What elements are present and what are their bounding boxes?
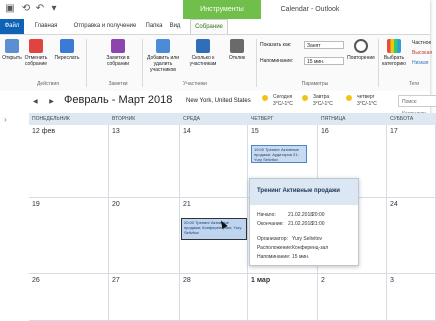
calendar-tools-context-tab: Инструменты календаря bbox=[183, 0, 261, 32]
tab-meeting[interactable]: Собрание bbox=[190, 19, 228, 34]
tab-send-receive[interactable]: Отправка и получение bbox=[70, 19, 140, 34]
day-cell[interactable]: 12 фев bbox=[29, 125, 109, 198]
cancel-meeting-button[interactable]: Отменить собрание bbox=[22, 39, 50, 67]
weekday-label: ПЯТНИЦА bbox=[321, 116, 346, 122]
title-bar: ▣ ⟲ ↶ ▾ Инструменты календаря Calendar -… bbox=[0, 0, 430, 32]
cancel-meeting-icon bbox=[29, 39, 43, 53]
forward-icon bbox=[60, 39, 74, 53]
peek-reminder-label: Напоминание: bbox=[257, 254, 291, 260]
contact-attendees-icon bbox=[196, 39, 210, 53]
calendar-search-input[interactable]: Поиск: Календарь bbox=[398, 95, 436, 117]
sun-icon bbox=[262, 95, 268, 101]
collapse-pane-icon[interactable]: › bbox=[4, 115, 7, 124]
weekday-label: ЧЕТВЕРГ bbox=[251, 116, 274, 122]
peek-location: Конференц-зал bbox=[292, 245, 329, 251]
peek-start-date: 21.02.2018 bbox=[288, 212, 314, 218]
prev-next-arrows-icon[interactable]: ◀ ▶ bbox=[33, 98, 59, 105]
response-icon bbox=[230, 39, 244, 53]
contact-attendees-button[interactable]: Сколько к участникам bbox=[186, 39, 220, 67]
weekday-label: СУББОТА bbox=[390, 116, 414, 122]
low-importance-tag[interactable]: Низкая bbox=[412, 59, 428, 68]
weekday-label: СРЕДА bbox=[183, 116, 201, 122]
group-tags-label: Теги bbox=[408, 81, 420, 87]
save-icon[interactable]: ⟲ bbox=[20, 3, 32, 15]
group-actions-label: Действия bbox=[37, 81, 59, 87]
month-calendar: › ПОНЕДЕЛЬНИК ВТОРНИК СРЕДА ЧЕТВЕРГ ПЯТН… bbox=[0, 113, 436, 321]
peek-start-label: Начало: bbox=[257, 212, 276, 218]
group-separator bbox=[256, 39, 257, 87]
day-cell[interactable]: 3 bbox=[387, 274, 436, 321]
tab-view[interactable]: Вид bbox=[166, 19, 184, 34]
tab-home[interactable]: Главная bbox=[26, 19, 66, 34]
show-as-select[interactable]: Занят bbox=[304, 41, 344, 49]
reminder-label: Напоминание: bbox=[260, 58, 294, 64]
peek-organizer: Yury Selivitov bbox=[292, 236, 323, 242]
show-as-label: Показать как: bbox=[260, 42, 292, 48]
calendar-nav-bar: ◀ ▶ Февраль - Март 2018 New York, United… bbox=[0, 91, 436, 117]
group-notes-label: Заметки bbox=[108, 81, 128, 87]
categorize-icon bbox=[387, 39, 401, 53]
peek-start-time: 20:00 bbox=[312, 212, 325, 218]
day-cell[interactable]: 1 мар bbox=[248, 274, 318, 321]
add-remove-attendees-button[interactable]: Добавить или удалить участников bbox=[144, 39, 182, 73]
group-separator bbox=[142, 39, 143, 87]
open-button[interactable]: Открыть bbox=[2, 39, 22, 61]
peek-title: Тренинг Активные продажи bbox=[257, 188, 340, 194]
day-cell[interactable]: 26 bbox=[29, 274, 109, 321]
day-cell[interactable]: 13 bbox=[109, 125, 180, 198]
day-cell[interactable]: 27 bbox=[109, 274, 180, 321]
private-tag[interactable]: Частное bbox=[412, 39, 431, 48]
tab-file[interactable]: Файл bbox=[0, 19, 24, 34]
response-options-button[interactable]: Отклик bbox=[222, 39, 252, 61]
peek-end-label: Окончание: bbox=[257, 221, 284, 227]
group-separator bbox=[378, 39, 379, 87]
day-cell[interactable]: 17 bbox=[387, 125, 436, 198]
weather-location[interactable]: New York, United States bbox=[186, 98, 251, 104]
calendar-event[interactable]: 19:00 Тренинг Активные продажи; Аудитори… bbox=[251, 145, 307, 163]
sun-icon bbox=[346, 95, 352, 101]
recurrence-button[interactable]: Повторение bbox=[346, 39, 376, 61]
peek-end-time: 21:00 bbox=[312, 221, 325, 227]
weekday-label: ВТОРНИК bbox=[112, 116, 136, 122]
day-cell[interactable]: 14 bbox=[180, 125, 248, 198]
meeting-notes-button[interactable]: Заметки в собрании bbox=[100, 39, 136, 67]
screen: ▣ ⟲ ↶ ▾ Инструменты календаря Calendar -… bbox=[0, 0, 436, 321]
high-importance-tag[interactable]: Высокая bbox=[412, 49, 432, 58]
group-attendees-label: Участники bbox=[183, 81, 207, 87]
day-cell[interactable]: 19 bbox=[29, 198, 109, 274]
day-cell[interactable]: 20 bbox=[109, 198, 180, 274]
attendees-icon bbox=[156, 39, 170, 53]
forward-button[interactable]: Переслать bbox=[52, 39, 82, 61]
reminder-select[interactable]: 15 мин. bbox=[304, 57, 344, 65]
onenote-icon bbox=[111, 39, 125, 53]
peek-location-label: Расположение: bbox=[257, 245, 293, 251]
quick-access-dropdown-icon[interactable]: ▾ bbox=[48, 3, 60, 15]
peek-organizer-label: Организатор: bbox=[257, 236, 288, 242]
tab-folder[interactable]: Папка bbox=[142, 19, 166, 34]
window-title: Calendar - Outlook bbox=[280, 6, 340, 13]
group-separator bbox=[86, 39, 87, 87]
month-range-title: Февраль - Март 2018 bbox=[64, 94, 173, 106]
ribbon: Открыть Отменить собрание Переслать Дейс… bbox=[0, 34, 432, 92]
recurrence-icon bbox=[354, 39, 368, 53]
peek-end-date: 21.02.2018 bbox=[288, 221, 314, 227]
weekday-header: ПОНЕДЕЛЬНИК ВТОРНИК СРЕДА ЧЕТВЕРГ ПЯТНИЦ… bbox=[29, 113, 436, 125]
calendar-event-selected[interactable]: 20:00 Тренинг Активные продажи; Конферен… bbox=[181, 218, 247, 240]
weekday-label: ПОНЕДЕЛЬНИК bbox=[32, 116, 70, 122]
day-cell[interactable]: 28 bbox=[180, 274, 248, 321]
peek-reminder: 15 мин. bbox=[292, 254, 310, 260]
outlook-app-icon: ▣ bbox=[5, 3, 15, 14]
ribbon-tabs: Файл Главная Отправка и получение Папка … bbox=[0, 19, 430, 34]
outlook-window: ▣ ⟲ ↶ ▾ Инструменты календаря Calendar -… bbox=[0, 0, 436, 321]
day-cell[interactable]: 24 bbox=[387, 198, 436, 274]
group-options-label: Параметры bbox=[301, 81, 329, 87]
sun-icon bbox=[302, 95, 308, 101]
day-cell[interactable]: 2 bbox=[318, 274, 387, 321]
event-peek-card[interactable]: Тренинг Активные продажи Начало: 21.02.2… bbox=[249, 178, 359, 266]
open-icon bbox=[5, 39, 19, 53]
undo-icon[interactable]: ↶ bbox=[34, 3, 46, 15]
categorize-button[interactable]: Выбрать категорию bbox=[380, 39, 408, 67]
